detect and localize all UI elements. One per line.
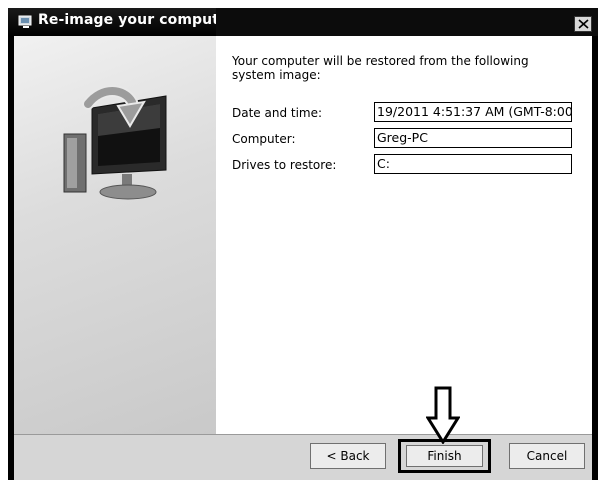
finish-button[interactable]: Finish bbox=[406, 445, 483, 467]
date-time-field[interactable]: 19/2011 4:51:37 AM (GMT-8:00) bbox=[374, 102, 572, 122]
back-button[interactable]: < Back bbox=[310, 443, 386, 469]
monitor-restore-icon bbox=[63, 85, 167, 200]
computer-field[interactable]: Greg-PC bbox=[374, 128, 572, 148]
cancel-button[interactable]: Cancel bbox=[509, 443, 585, 469]
title-bar: Re-image your computer bbox=[8, 8, 598, 36]
down-arrow-icon bbox=[426, 386, 460, 444]
date-time-label: Date and time: bbox=[232, 106, 323, 120]
computer-label: Computer: bbox=[232, 132, 296, 146]
close-button[interactable] bbox=[574, 16, 592, 32]
window-title: Re-image your computer bbox=[38, 12, 236, 28]
close-icon bbox=[578, 19, 589, 29]
dialog-body: Your computer will be restored from the … bbox=[14, 36, 592, 434]
intro-text: Your computer will be restored from the … bbox=[232, 54, 529, 82]
drives-to-restore-label: Drives to restore: bbox=[232, 158, 337, 172]
button-bar: < Back Finish Cancel bbox=[14, 434, 592, 480]
drives-to-restore-field[interactable]: C: bbox=[374, 154, 572, 174]
title-bar-fill bbox=[216, 8, 598, 36]
restore-computer-icon bbox=[18, 14, 34, 30]
reimage-dialog: Re-image your computer Your computer wil… bbox=[8, 8, 598, 480]
content-panel: Your computer will be restored from the … bbox=[216, 36, 592, 434]
side-panel bbox=[14, 36, 216, 434]
